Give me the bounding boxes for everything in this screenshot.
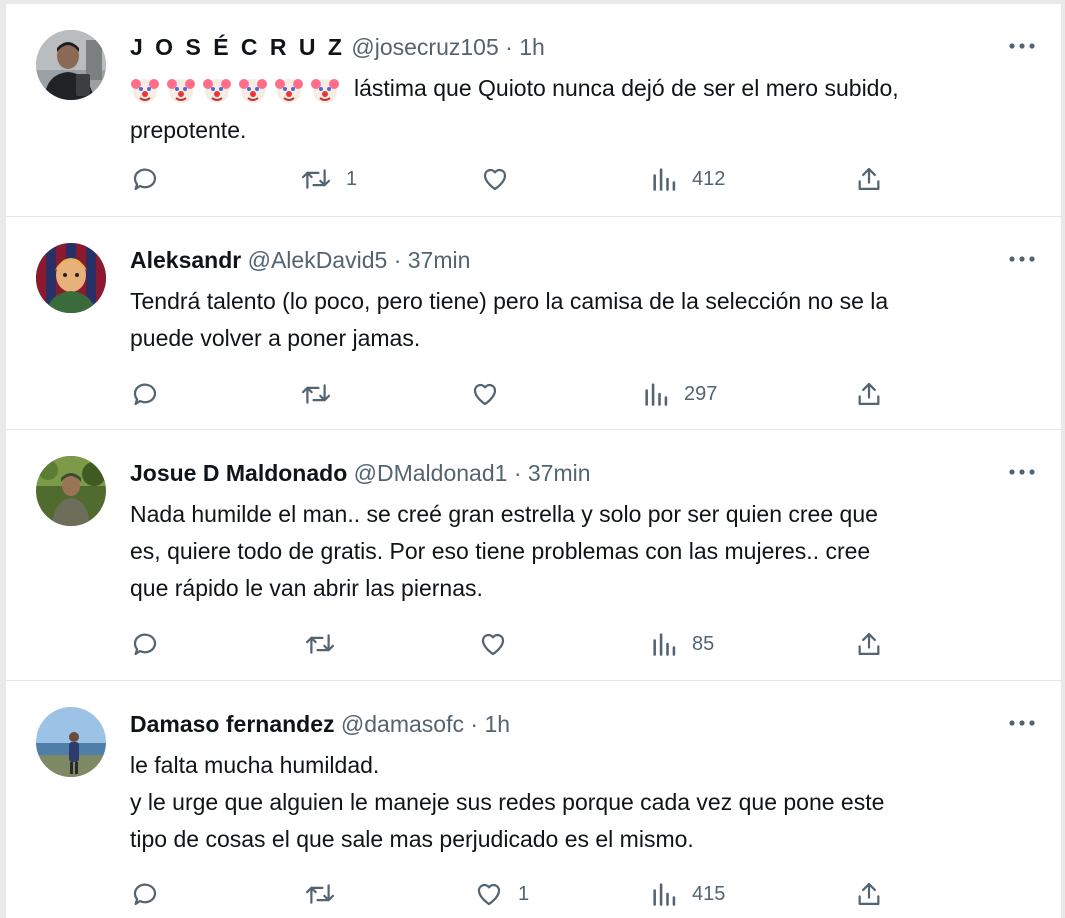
heart-icon bbox=[481, 633, 505, 656]
avatar-image bbox=[36, 707, 106, 777]
avatar[interactable] bbox=[36, 30, 106, 100]
reply-icon bbox=[133, 168, 157, 191]
retweet-button[interactable] bbox=[304, 627, 350, 661]
views-icon bbox=[653, 883, 676, 906]
avatar[interactable] bbox=[36, 456, 106, 526]
avatar-image bbox=[36, 456, 106, 526]
views-button[interactable]: 297 bbox=[642, 377, 717, 411]
tweet-dmaldonad1[interactable]: Josue D Maldonado @DMaldonad1 · 37min Na… bbox=[6, 430, 1061, 681]
action-bar: 1 412 bbox=[130, 162, 900, 196]
display-name[interactable]: Damaso fernandez bbox=[130, 711, 335, 737]
clown-face-icon bbox=[167, 79, 195, 103]
tweet-header: J O S É C R U Z @josecruz105 · 1h bbox=[130, 32, 545, 62]
views-button[interactable]: 85 bbox=[650, 627, 714, 661]
tweet-header: Josue D Maldonado @DMaldonad1 · 37min bbox=[130, 458, 591, 488]
handle[interactable]: @DMaldonad1 bbox=[354, 460, 508, 486]
like-button[interactable] bbox=[478, 627, 522, 661]
reply-icon bbox=[133, 633, 157, 656]
tweet-header: Aleksandr @AlekDavid5 · 37min bbox=[130, 245, 470, 275]
action-bar: 85 bbox=[130, 627, 900, 661]
share-icon bbox=[858, 382, 880, 406]
tweet-text: le falta mucha humildad. y le urge que a… bbox=[130, 752, 885, 852]
action-bar: 1 415 bbox=[130, 877, 900, 911]
views-button[interactable]: 412 bbox=[650, 162, 725, 196]
like-button[interactable]: 1 bbox=[474, 877, 529, 911]
views-icon bbox=[645, 383, 668, 406]
tweet-damasofc[interactable]: Damaso fernandez @damasofc · 1h le falta… bbox=[6, 681, 1061, 918]
handle[interactable]: @damasofc bbox=[341, 711, 464, 737]
share-icon bbox=[858, 167, 880, 191]
emoji-group bbox=[130, 75, 346, 112]
tweet-header: Damaso fernandez @damasofc · 1h bbox=[130, 709, 510, 739]
like-button[interactable] bbox=[470, 377, 514, 411]
share-button[interactable] bbox=[855, 627, 883, 661]
clown-face-icon bbox=[311, 79, 339, 103]
clown-face-icon bbox=[131, 79, 159, 103]
tweet-text: Tendrá talento (lo poco, pero tiene) per… bbox=[130, 288, 889, 351]
retweet-icon bbox=[305, 884, 335, 904]
tweet-alekdavid5[interactable]: Aleksandr @AlekDavid5 · 37min Tendrá tal… bbox=[6, 217, 1061, 430]
handle[interactable]: @josecruz105 bbox=[351, 34, 498, 60]
reply-icon bbox=[133, 883, 157, 906]
view-count: 412 bbox=[692, 167, 726, 190]
avatar-image bbox=[36, 243, 106, 313]
share-icon bbox=[858, 882, 880, 906]
reply-icon bbox=[133, 383, 157, 406]
separator: · bbox=[393, 247, 402, 273]
handle[interactable]: @AlekDavid5 bbox=[248, 247, 388, 273]
separator: · bbox=[513, 460, 522, 486]
separator: · bbox=[505, 34, 513, 60]
view-count: 415 bbox=[692, 882, 726, 905]
avatar-image bbox=[36, 30, 106, 100]
share-icon bbox=[858, 632, 880, 656]
clown-face-icon bbox=[275, 79, 303, 103]
retweet-icon bbox=[301, 169, 331, 189]
like-count: 1 bbox=[518, 882, 530, 905]
clown-face-icon bbox=[239, 79, 267, 103]
view-count: 297 bbox=[684, 382, 718, 405]
views-icon bbox=[653, 633, 676, 656]
clown-face-icon bbox=[203, 79, 231, 103]
retweet-count: 1 bbox=[346, 167, 358, 190]
reply-button[interactable] bbox=[130, 877, 174, 911]
reply-button[interactable] bbox=[130, 627, 174, 661]
more-icon[interactable] bbox=[1005, 458, 1039, 486]
views-button[interactable]: 415 bbox=[650, 877, 725, 911]
views-icon bbox=[653, 168, 676, 191]
timestamp[interactable]: 37min bbox=[408, 247, 471, 273]
action-bar: 297 bbox=[130, 377, 900, 411]
separator: · bbox=[470, 711, 479, 737]
more-icon[interactable] bbox=[1005, 32, 1039, 60]
timestamp[interactable]: 1h bbox=[519, 34, 545, 60]
reply-button[interactable] bbox=[130, 377, 174, 411]
heart-icon bbox=[477, 883, 501, 906]
retweet-button[interactable] bbox=[300, 377, 346, 411]
tweet-text: Nada humilde el man.. se creé gran estre… bbox=[130, 501, 878, 601]
tweet-text: lástima que Quioto nunca dejó de ser el … bbox=[130, 70, 1030, 149]
heart-icon bbox=[483, 168, 507, 191]
avatar[interactable] bbox=[36, 707, 106, 777]
retweet-button[interactable] bbox=[304, 877, 350, 911]
retweet-icon bbox=[305, 634, 335, 654]
heart-icon bbox=[473, 383, 497, 406]
display-name[interactable]: J O S É C R U Z bbox=[130, 34, 345, 60]
avatar[interactable] bbox=[36, 243, 106, 313]
share-button[interactable] bbox=[855, 877, 883, 911]
more-icon[interactable] bbox=[1005, 709, 1039, 737]
share-button[interactable] bbox=[855, 377, 883, 411]
like-button[interactable] bbox=[480, 162, 524, 196]
reply-button[interactable] bbox=[130, 162, 174, 196]
more-icon[interactable] bbox=[1005, 245, 1039, 273]
view-count: 85 bbox=[692, 632, 715, 655]
timestamp[interactable]: 37min bbox=[528, 460, 591, 486]
display-name[interactable]: Aleksandr bbox=[130, 247, 241, 273]
reply-feed: J O S É C R U Z @josecruz105 · 1h lástim… bbox=[6, 4, 1061, 918]
display-name[interactable]: Josue D Maldonado bbox=[130, 460, 347, 486]
share-button[interactable] bbox=[855, 162, 883, 196]
retweet-icon bbox=[301, 384, 331, 404]
tweet-josecruz105[interactable]: J O S É C R U Z @josecruz105 · 1h lástim… bbox=[6, 4, 1061, 217]
timestamp[interactable]: 1h bbox=[484, 711, 510, 737]
retweet-button[interactable]: 1 bbox=[300, 162, 357, 196]
